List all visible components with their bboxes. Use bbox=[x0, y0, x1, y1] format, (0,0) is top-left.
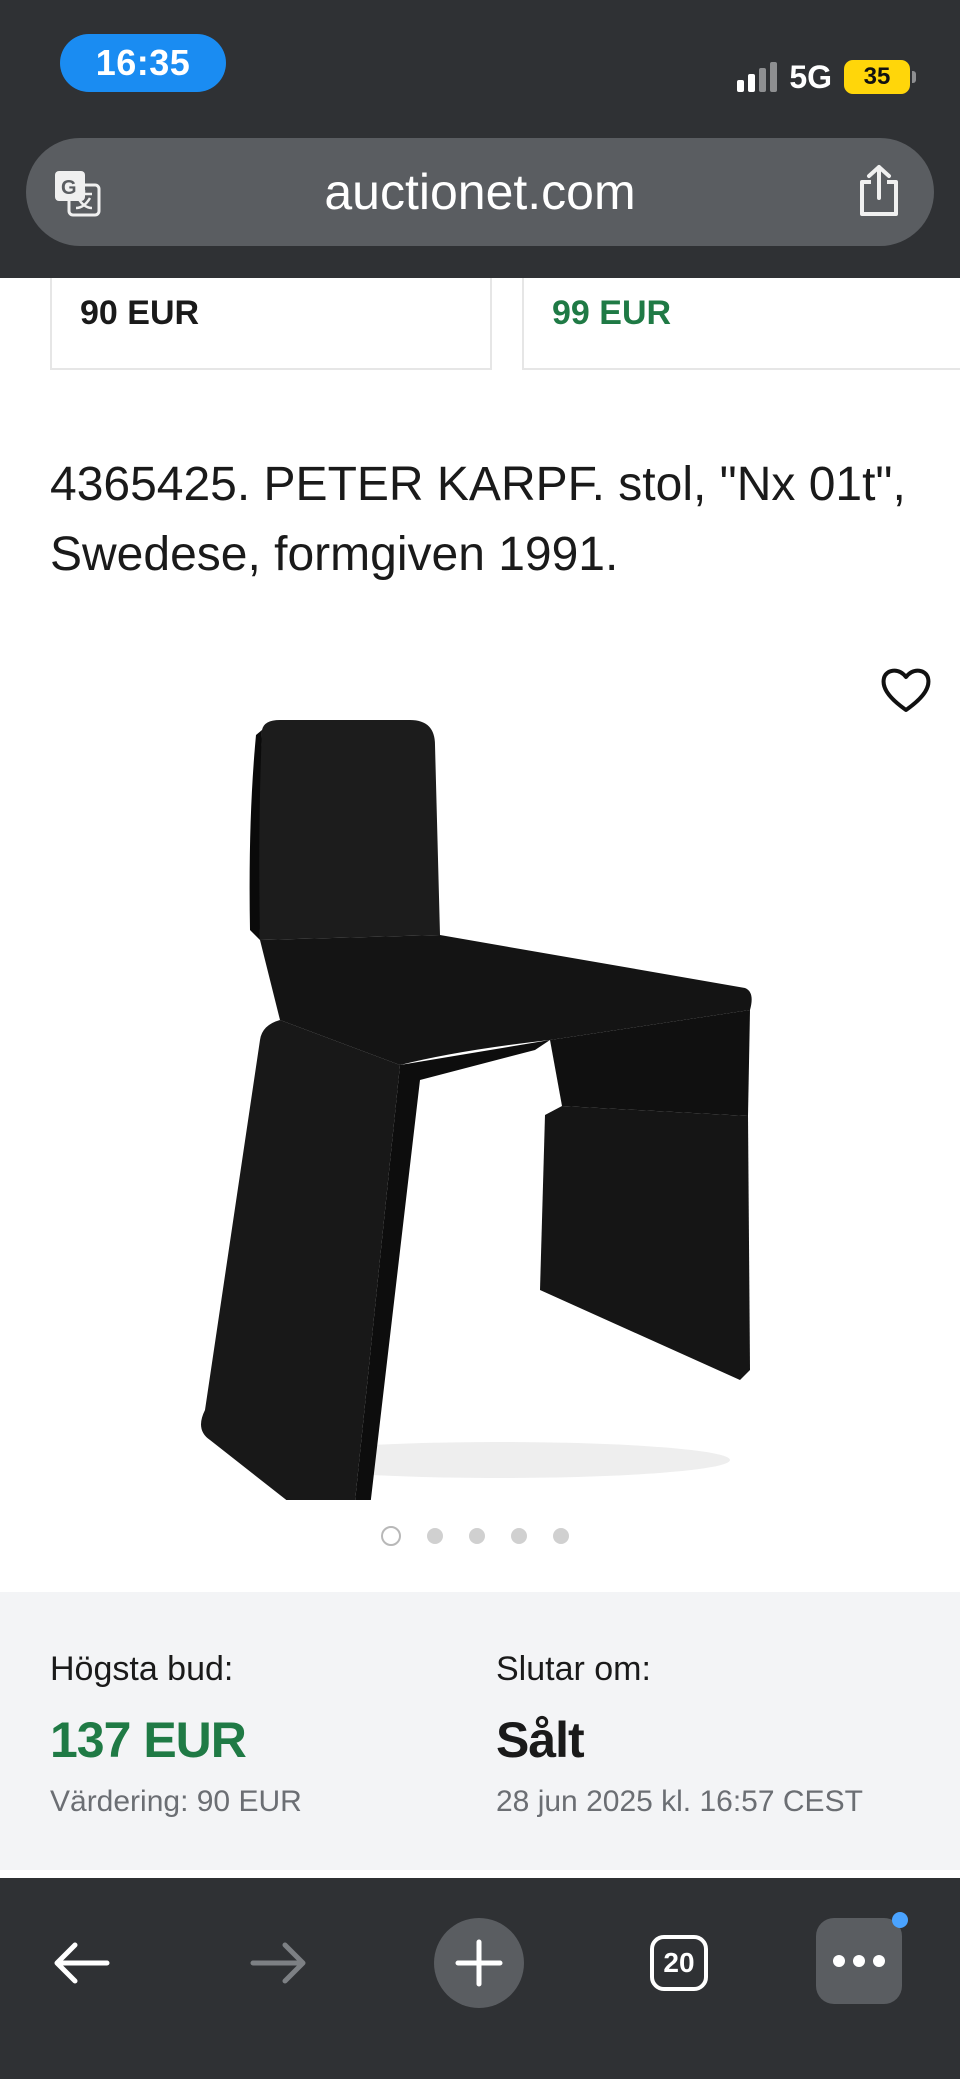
status-indicators: 5G 35 bbox=[737, 52, 916, 102]
tabs-icon: 20 bbox=[650, 1935, 708, 1991]
tabs-button[interactable]: 20 bbox=[634, 1918, 724, 2008]
back-button[interactable] bbox=[36, 1918, 126, 2008]
ends-status: Sålt bbox=[496, 1712, 585, 1768]
more-button[interactable] bbox=[816, 1912, 908, 2004]
forward-button[interactable] bbox=[234, 1918, 324, 2008]
new-tab-button[interactable] bbox=[434, 1918, 524, 2008]
price-card-left[interactable]: 90 EUR bbox=[50, 278, 492, 370]
chair-image bbox=[201, 720, 752, 1500]
browser-bottom-toolbar: 20 bbox=[0, 1878, 960, 2079]
page: 16:35 5G 35 G auctionet.com 90 EUR 99 EU… bbox=[0, 0, 960, 2079]
network-label: 5G bbox=[789, 58, 832, 95]
plus-icon bbox=[455, 1939, 503, 1987]
product-image-carousel[interactable] bbox=[0, 630, 960, 1590]
address-bar[interactable]: G auctionet.com bbox=[26, 138, 934, 246]
carousel-dot[interactable] bbox=[553, 1528, 569, 1544]
estimate-text: Värdering: 90 EUR bbox=[50, 1785, 302, 1818]
ends-date: 28 jun 2025 kl. 16:57 CEST bbox=[496, 1785, 863, 1818]
carousel-dot[interactable] bbox=[469, 1528, 485, 1544]
carousel-dot[interactable] bbox=[511, 1528, 527, 1544]
highest-bid-value: 137 EUR bbox=[50, 1712, 247, 1768]
forward-arrow-icon bbox=[250, 1942, 306, 1984]
highest-bid-label: Högsta bud: bbox=[50, 1650, 234, 1688]
ends-section: Slutar om: Sålt 28 jun 2025 kl. 16:57 CE… bbox=[496, 1650, 863, 1819]
ends-label: Slutar om: bbox=[496, 1650, 651, 1688]
carousel-dot[interactable] bbox=[381, 1526, 401, 1546]
more-icon bbox=[833, 1955, 885, 1967]
bid-panel: Högsta bud: 137 EUR Värdering: 90 EUR Sl… bbox=[0, 1592, 960, 1870]
share-icon[interactable] bbox=[854, 164, 904, 218]
battery-icon: 35 bbox=[844, 60, 916, 94]
notification-dot bbox=[892, 1912, 908, 1928]
item-title: 4365425. PETER KARPF. stol, "Nx 01t", Sw… bbox=[50, 458, 906, 581]
price-card-right[interactable]: 99 EUR bbox=[522, 278, 960, 370]
price-value-right: 99 EUR bbox=[552, 294, 672, 332]
url-text[interactable]: auctionet.com bbox=[26, 138, 934, 246]
back-arrow-icon bbox=[54, 1942, 110, 1984]
carousel-dot[interactable] bbox=[427, 1528, 443, 1544]
battery-level: 35 bbox=[863, 63, 891, 90]
heart-icon[interactable] bbox=[876, 660, 936, 720]
highest-bid-section: Högsta bud: 137 EUR Värdering: 90 EUR bbox=[50, 1650, 302, 1819]
carousel-dots bbox=[0, 1526, 960, 1546]
status-time: 16:35 bbox=[60, 34, 226, 92]
price-value-left: 90 EUR bbox=[80, 294, 200, 332]
browser-top-chrome: 16:35 5G 35 G auctionet.com bbox=[0, 0, 960, 278]
signal-icon bbox=[737, 62, 778, 92]
